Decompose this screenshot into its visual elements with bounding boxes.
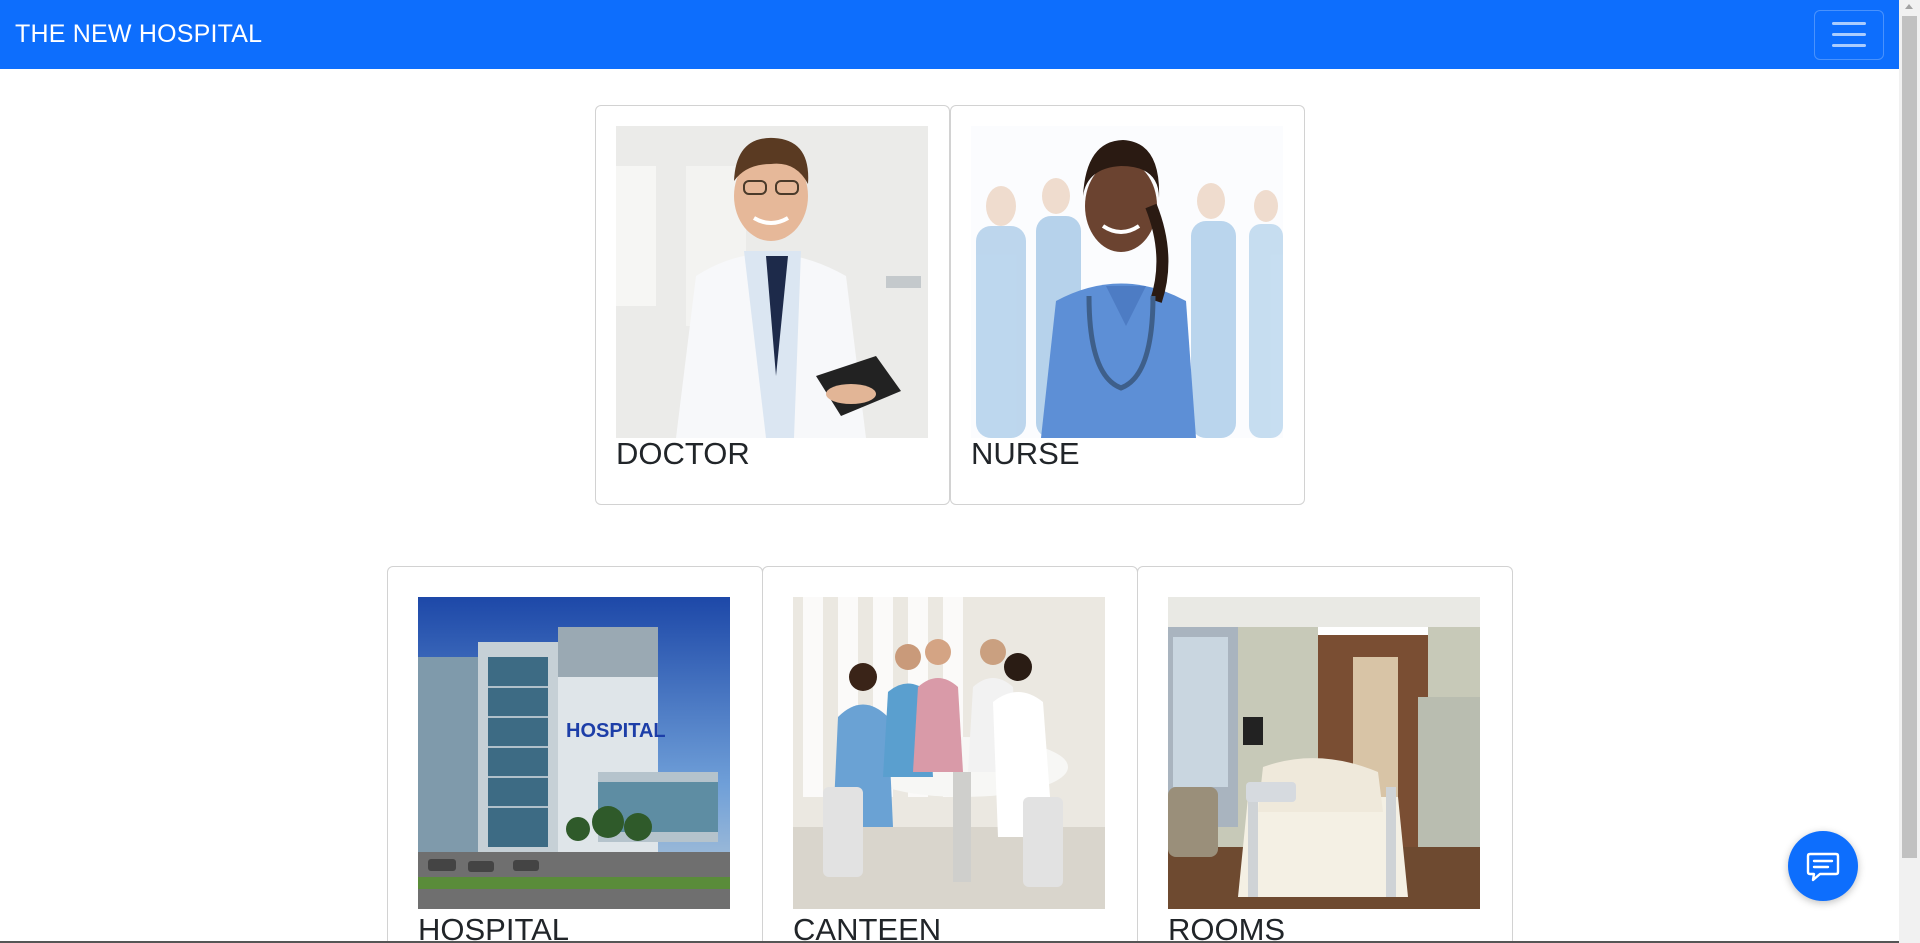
navbar-brand[interactable]: THE NEW HOSPITAL: [15, 20, 262, 49]
nurse-card[interactable]: NURSE: [950, 105, 1305, 505]
doctor-card-title: DOCTOR: [616, 436, 750, 471]
nurse-photo: [971, 126, 1283, 438]
canteen-card-title: CANTEEN: [793, 912, 942, 943]
doctor-photo: [616, 126, 928, 438]
svg-text:HOSPITAL: HOSPITAL: [566, 720, 666, 742]
hospital-building-photo: HOSPITAL: [418, 597, 730, 909]
vertical-scrollbar[interactable]: [1899, 0, 1920, 943]
nurse-card-title: NURSE: [971, 436, 1080, 471]
canteen-card[interactable]: CANTEEN: [762, 566, 1138, 943]
hamburger-menu-icon: [1832, 44, 1866, 47]
canteen-photo: [793, 597, 1105, 909]
navbar-toggler-button[interactable]: [1814, 9, 1884, 60]
hamburger-menu-icon: [1832, 22, 1866, 25]
scrollbar-thumb[interactable]: [1902, 16, 1917, 858]
chat-button[interactable]: [1788, 831, 1858, 901]
hospital-card-title: HOSPITAL: [418, 912, 570, 943]
doctor-card[interactable]: DOCTOR: [595, 105, 950, 505]
hamburger-menu-icon: [1832, 33, 1866, 36]
hospital-card[interactable]: HOSPITAL HOSPITAL: [387, 566, 763, 943]
rooms-card-title: ROOMS: [1168, 912, 1286, 943]
rooms-card[interactable]: ROOMS: [1137, 566, 1513, 943]
navbar: THE NEW HOSPITAL: [0, 0, 1899, 69]
hospital-room-photo: [1168, 597, 1480, 909]
page: THE NEW HOSPITAL DOCTOR NURSE HOSPITAL H…: [0, 0, 1920, 943]
chat-bubble-icon: [1806, 852, 1840, 882]
scroll-up-icon[interactable]: [1905, 4, 1913, 9]
